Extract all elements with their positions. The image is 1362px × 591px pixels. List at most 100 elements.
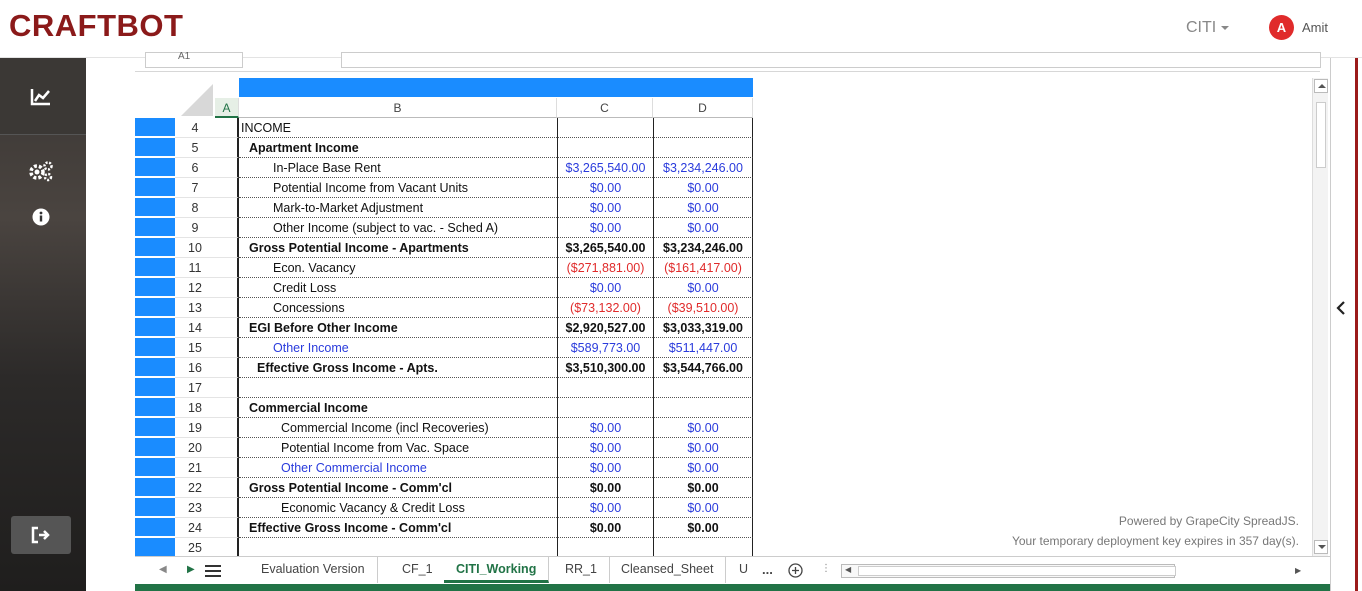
cell-c[interactable]: $589,773.00 bbox=[557, 338, 653, 358]
vertical-scroll-thumb[interactable] bbox=[1316, 102, 1326, 168]
cell-d[interactable]: $0.00 bbox=[653, 518, 753, 538]
cell-a[interactable] bbox=[215, 278, 239, 298]
app-logo[interactable]: CRAFTBOT bbox=[9, 8, 183, 44]
vertical-scrollbar[interactable] bbox=[1312, 78, 1328, 556]
cell-b[interactable]: Economic Vacancy & Credit Loss bbox=[239, 498, 557, 518]
name-box[interactable]: A1 bbox=[145, 51, 243, 68]
row-header[interactable]: 7 bbox=[175, 178, 215, 198]
cell-c[interactable]: ($73,132.00) bbox=[557, 298, 653, 318]
cell-b[interactable]: Commercial Income (incl Recoveries) bbox=[239, 418, 557, 438]
cell-c[interactable] bbox=[557, 118, 653, 138]
cell-c[interactable]: $2,920,527.00 bbox=[557, 318, 653, 338]
cell-a[interactable] bbox=[215, 298, 239, 318]
cell-a[interactable] bbox=[215, 418, 239, 438]
cell-c[interactable]: $0.00 bbox=[557, 478, 653, 498]
sheet-tab[interactable]: RR_1 bbox=[553, 557, 610, 583]
cell-c[interactable]: $3,265,540.00 bbox=[557, 238, 653, 258]
cell-b[interactable]: Commercial Income bbox=[239, 398, 557, 418]
row-header[interactable]: 9 bbox=[175, 218, 215, 238]
cell-a[interactable] bbox=[215, 438, 239, 458]
sheet-tab[interactable]: U bbox=[727, 557, 760, 583]
row-header[interactable]: 8 bbox=[175, 198, 215, 218]
cell-c[interactable] bbox=[557, 138, 653, 158]
cell-b[interactable]: Econ. Vacancy bbox=[239, 258, 557, 278]
cell-c[interactable]: $0.00 bbox=[557, 458, 653, 478]
cell-a[interactable] bbox=[215, 498, 239, 518]
cell-b[interactable] bbox=[239, 538, 557, 556]
user-avatar[interactable]: A bbox=[1269, 15, 1294, 40]
tab-prev-icon[interactable]: ◀ bbox=[159, 564, 167, 575]
cell-a[interactable] bbox=[215, 338, 239, 358]
cell-d[interactable] bbox=[653, 398, 753, 418]
cell-a[interactable] bbox=[215, 318, 239, 338]
row-header[interactable]: 17 bbox=[175, 378, 215, 398]
row-header[interactable]: 18 bbox=[175, 398, 215, 418]
cell-a[interactable] bbox=[215, 138, 239, 158]
cell-a[interactable] bbox=[215, 118, 239, 138]
cell-b[interactable]: Potential Income from Vacant Units bbox=[239, 178, 557, 198]
column-header-b[interactable]: B bbox=[239, 98, 557, 118]
cell-c[interactable]: $0.00 bbox=[557, 178, 653, 198]
cell-c[interactable]: $0.00 bbox=[557, 418, 653, 438]
cell-d[interactable]: $0.00 bbox=[653, 198, 753, 218]
cell-a[interactable] bbox=[215, 458, 239, 478]
cell-b[interactable] bbox=[239, 378, 557, 398]
more-tabs-button[interactable]: ... bbox=[762, 562, 773, 577]
scroll-left-icon[interactable]: ◀ bbox=[845, 565, 851, 574]
tab-splitter[interactable]: ⋮ bbox=[821, 563, 831, 574]
cell-a[interactable] bbox=[215, 538, 239, 556]
cell-b[interactable]: Effective Gross Income - Comm'cl bbox=[239, 518, 557, 538]
cell-d[interactable]: ($39,510.00) bbox=[653, 298, 753, 318]
cell-a[interactable] bbox=[215, 258, 239, 278]
formula-input[interactable] bbox=[341, 52, 1321, 68]
row-header[interactable]: 11 bbox=[175, 258, 215, 278]
row-header[interactable]: 19 bbox=[175, 418, 215, 438]
row-header[interactable]: 5 bbox=[175, 138, 215, 158]
cell-c[interactable] bbox=[557, 538, 653, 556]
add-sheet-icon[interactable] bbox=[788, 563, 803, 578]
row-header[interactable]: 4 bbox=[175, 118, 215, 138]
cell-c[interactable]: $0.00 bbox=[557, 518, 653, 538]
cell-b[interactable]: Effective Gross Income - Apts. bbox=[239, 358, 557, 378]
user-name[interactable]: Amit bbox=[1302, 20, 1328, 35]
cell-a[interactable] bbox=[215, 378, 239, 398]
cell-b[interactable]: Gross Potential Income - Apartments bbox=[239, 238, 557, 258]
select-all-corner[interactable] bbox=[135, 78, 215, 118]
cell-a[interactable] bbox=[215, 238, 239, 258]
row-header[interactable]: 20 bbox=[175, 438, 215, 458]
cell-c[interactable]: $0.00 bbox=[557, 278, 653, 298]
cell-d[interactable]: ($161,417.00) bbox=[653, 258, 753, 278]
cell-c[interactable]: $0.00 bbox=[557, 198, 653, 218]
sign-out-button[interactable] bbox=[11, 516, 71, 554]
cell-d[interactable]: $0.00 bbox=[653, 418, 753, 438]
row-header[interactable]: 22 bbox=[175, 478, 215, 498]
cell-a[interactable] bbox=[215, 358, 239, 378]
horizontal-scroll-thumb[interactable] bbox=[858, 566, 1176, 576]
column-header-c[interactable]: C bbox=[557, 98, 653, 118]
cell-b[interactable]: Other Income bbox=[239, 338, 557, 358]
cell-a[interactable] bbox=[215, 478, 239, 498]
cell-b[interactable]: EGI Before Other Income bbox=[239, 318, 557, 338]
cell-b[interactable]: Other Income (subject to vac. - Sched A) bbox=[239, 218, 557, 238]
column-header-a[interactable]: A bbox=[215, 98, 239, 118]
scroll-right-icon[interactable]: ▶ bbox=[1295, 566, 1301, 575]
cell-d[interactable]: $3,234,246.00 bbox=[653, 158, 753, 178]
cell-c[interactable]: $0.00 bbox=[557, 498, 653, 518]
cell-c[interactable] bbox=[557, 398, 653, 418]
cell-d[interactable]: $0.00 bbox=[653, 218, 753, 238]
tenant-dropdown[interactable]: CITI bbox=[1186, 19, 1230, 37]
cell-b[interactable]: Concessions bbox=[239, 298, 557, 318]
cell-b[interactable]: In-Place Base Rent bbox=[239, 158, 557, 178]
cell-d[interactable] bbox=[653, 118, 753, 138]
cell-d[interactable]: $3,033,319.00 bbox=[653, 318, 753, 338]
cell-a[interactable] bbox=[215, 198, 239, 218]
cell-d[interactable]: $0.00 bbox=[653, 498, 753, 518]
info-circle-icon[interactable] bbox=[32, 208, 50, 226]
cell-d[interactable]: $0.00 bbox=[653, 438, 753, 458]
row-header[interactable]: 14 bbox=[175, 318, 215, 338]
cell-d[interactable] bbox=[653, 538, 753, 556]
cell-d[interactable]: $0.00 bbox=[653, 478, 753, 498]
horizontal-scrollbar[interactable]: ◀ bbox=[841, 564, 1176, 578]
cell-c[interactable] bbox=[557, 378, 653, 398]
row-header[interactable]: 15 bbox=[175, 338, 215, 358]
